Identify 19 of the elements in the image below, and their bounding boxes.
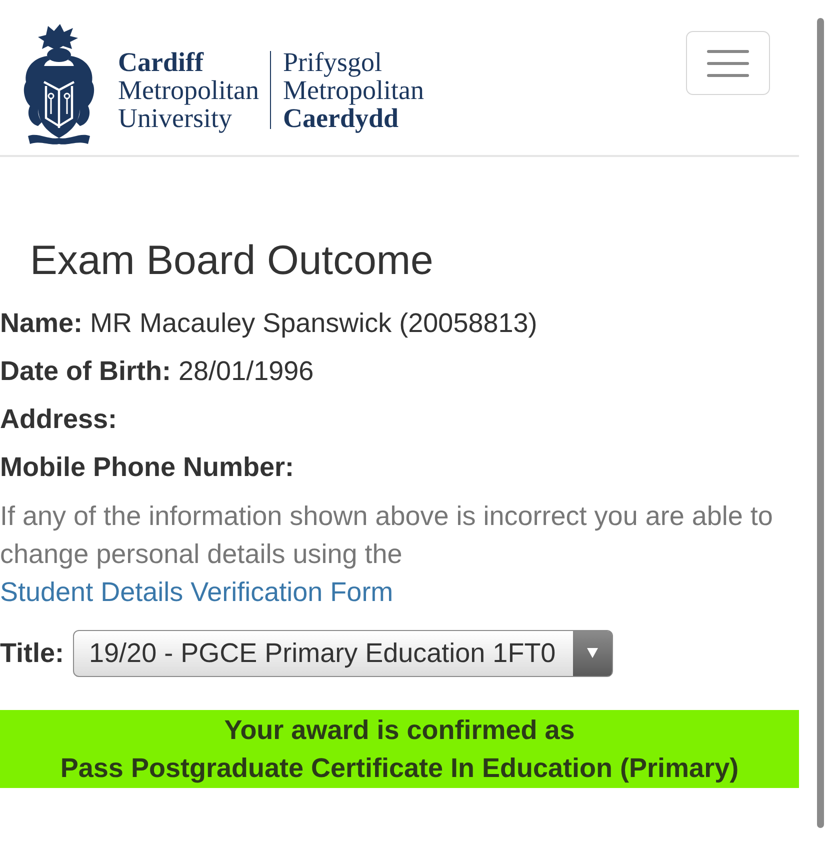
award-title: Pass Postgraduate Certificate In Education (Primary) (59, 752, 740, 785)
field-value: MR Macauley Spanswick (20058813) (90, 308, 538, 338)
field-label: Name: (0, 308, 83, 338)
university-name-welsh: Prifysgol Metropolitan Caerdydd (282, 48, 424, 132)
field-label: Address: (0, 404, 118, 434)
verification-form-link[interactable]: Student Details Verification Form (0, 577, 394, 607)
field-label: Mobile Phone Number: (0, 452, 294, 482)
info-text: If any of the information shown above is incorrect you are able to change personal details using the Student Details Verification Form (0, 500, 774, 609)
menu-icon (707, 50, 749, 76)
university-name-english: Cardiff Metropolitan University (118, 48, 259, 132)
field-label: Date of Birth: (0, 356, 171, 386)
field-label: Title: (0, 638, 64, 669)
award-intro-text: Your award is confirmed as (223, 714, 576, 747)
page-heading: Exam Board Outcome (30, 236, 434, 284)
menu-button[interactable] (686, 31, 770, 95)
scrollbar[interactable] (817, 18, 824, 828)
field-value: 28/01/1996 (178, 356, 314, 386)
dropdown-caret-icon (573, 631, 612, 676)
title-select[interactable]: 19/20 - PGCE Primary Education 1FT0 (73, 630, 614, 677)
